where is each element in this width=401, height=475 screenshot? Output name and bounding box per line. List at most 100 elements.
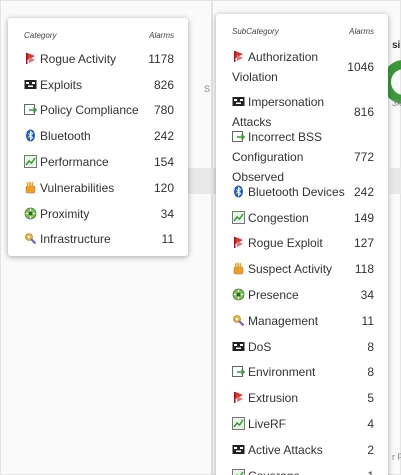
subcategory-count: 242 <box>353 184 374 199</box>
subcategory-count: 8 <box>367 365 374 380</box>
subcategory-label: Congestion <box>232 208 348 228</box>
category-label: Rogue Activity <box>24 49 142 69</box>
category-label-text: Policy Compliance <box>40 103 139 118</box>
red-flag-icon <box>24 51 37 64</box>
subcategory-row[interactable]: LiveRF 4 <box>232 411 374 437</box>
subcategory-label: Environment <box>232 362 361 382</box>
subcategory-count: 816 <box>353 104 374 119</box>
category-label: Bluetooth <box>24 126 148 146</box>
category-label: Proximity <box>24 204 155 224</box>
subcategory-row[interactable]: Authorization Violation 1046 <box>232 44 374 89</box>
red-flag-icon <box>232 235 245 249</box>
category-row[interactable]: Policy Compliance 780 <box>24 98 174 124</box>
subcategory-label: LiveRF <box>232 414 361 434</box>
background-strip <box>186 168 216 194</box>
category-row[interactable]: Rogue Activity 1178 <box>24 46 174 72</box>
subcategory-label: Active Attacks <box>232 440 361 460</box>
subcategory-label-text: Suspect Activity <box>248 262 333 277</box>
subcategory-label: Authorization Violation <box>232 47 341 87</box>
subcategory-row[interactable]: Rogue Exploit 127 <box>232 231 374 257</box>
category-count: 154 <box>153 155 174 170</box>
category-label-text: Proximity <box>40 206 90 221</box>
background-strip <box>390 168 401 194</box>
subcategory-popover: SubCategory Alarms Authorization Violati… <box>216 14 388 475</box>
category-row[interactable]: Proximity 34 <box>24 201 174 227</box>
background-text: si <box>392 40 401 51</box>
subcategory-header-label: SubCategory <box>232 26 279 36</box>
subcategory-label-text: Bluetooth Devices <box>248 184 345 199</box>
category-count: 34 <box>160 206 174 221</box>
subcategory-row[interactable]: DoS 8 <box>232 334 374 360</box>
category-row[interactable]: Infrastructure 11 <box>24 227 174 253</box>
subcategory-label: Rogue Exploit <box>232 233 348 253</box>
chart-icon <box>232 468 245 475</box>
subcategory-label-text: Incorrect BSS Configuration Observed <box>232 129 323 184</box>
subcategory-label: Suspect Activity <box>232 259 349 279</box>
background-text: S <box>204 84 211 94</box>
subcategory-label-text: Extrusion <box>248 391 299 406</box>
subcategory-count: 1 <box>361 469 374 475</box>
mask-icon <box>232 339 245 352</box>
bluetooth-icon <box>232 184 245 198</box>
category-row[interactable]: Vulnerabilities 120 <box>24 175 174 201</box>
category-label-text: Bluetooth <box>40 129 91 144</box>
subcategory-row[interactable]: Bluetooth Devices 242 <box>232 179 374 205</box>
subcategory-row[interactable]: Incorrect BSS Configuration Observed 772 <box>232 130 374 184</box>
subcategory-row[interactable]: Management 11 <box>232 308 374 334</box>
subcategory-label-text: Coverage <box>248 469 300 475</box>
subcategory-label-text: Active Attacks <box>248 442 323 457</box>
category-header-label: Category <box>24 30 57 40</box>
hand-icon <box>232 261 245 275</box>
subcategory-row[interactable]: Suspect Activity 118 <box>232 256 374 282</box>
category-label-text: Exploits <box>40 77 83 92</box>
category-label: Vulnerabilities <box>24 178 148 198</box>
subcategory-count: 772 <box>353 149 374 164</box>
subcategory-count: 149 <box>353 210 374 225</box>
subcategory-label-text: Management <box>248 313 319 328</box>
subcategory-label-text: DoS <box>248 339 272 354</box>
category-row[interactable]: Exploits 826 <box>24 72 174 98</box>
subcategory-row[interactable]: Environment 8 <box>232 360 374 386</box>
red-flag-icon <box>232 49 245 62</box>
subcategory-count: 8 <box>367 339 374 354</box>
category-count: 120 <box>153 180 174 195</box>
subcategory-row[interactable]: Congestion 149 <box>232 205 374 231</box>
category-label: Performance <box>24 152 148 172</box>
category-label-text: Performance <box>40 155 109 170</box>
subcategory-row[interactable]: Presence 34 <box>232 282 374 308</box>
subcategory-label: Coverage <box>232 466 361 475</box>
category-label-text: Rogue Activity <box>40 51 117 66</box>
bluetooth-icon <box>24 128 37 142</box>
category-label: Policy Compliance <box>24 100 148 120</box>
subcategory-row[interactable]: Active Attacks 2 <box>232 437 374 463</box>
category-row[interactable]: Bluetooth 242 <box>24 123 174 149</box>
subcategory-label-text: Environment <box>248 365 316 380</box>
category-count: 242 <box>153 129 174 144</box>
category-popover: Category Alarms Rogue Activity 1178 Exploi… <box>8 18 188 256</box>
subcategory-count: 118 <box>354 262 374 277</box>
subcategory-label-text: Rogue Exploit <box>248 236 323 251</box>
category-count: 780 <box>153 103 174 118</box>
infrastructure-icon <box>232 313 245 327</box>
subcategory-label-text: Impersonation Attacks <box>232 94 325 129</box>
category-label: Infrastructure <box>24 229 156 249</box>
chart-icon <box>232 416 245 431</box>
subcategory-row[interactable]: Extrusion 5 <box>232 385 374 411</box>
infrastructure-icon <box>24 231 37 245</box>
subcategory-count: 4 <box>367 417 374 432</box>
subcategory-label-text: LiveRF <box>248 417 287 432</box>
subcategory-count: 1046 <box>347 59 374 74</box>
page: si 3k S r F Category Alarms Rogue Activi… <box>0 0 401 475</box>
subcategory-label: Incorrect BSS Configuration Observed <box>232 127 348 187</box>
subcategory-count: 2 <box>367 442 374 457</box>
chart-icon <box>24 154 37 169</box>
category-row[interactable]: Performance 154 <box>24 149 174 175</box>
mask-icon <box>24 77 37 90</box>
subcategory-header-count: Alarms <box>349 26 374 36</box>
subcategory-count: 5 <box>367 391 374 406</box>
subcategory-label: DoS <box>232 337 361 357</box>
subcategory-label: Impersonation Attacks <box>232 92 348 132</box>
checkbox-arrow-icon <box>24 102 38 116</box>
subcategory-row[interactable]: Coverage 1 <box>232 463 374 475</box>
category-header: Category Alarms <box>24 24 174 46</box>
